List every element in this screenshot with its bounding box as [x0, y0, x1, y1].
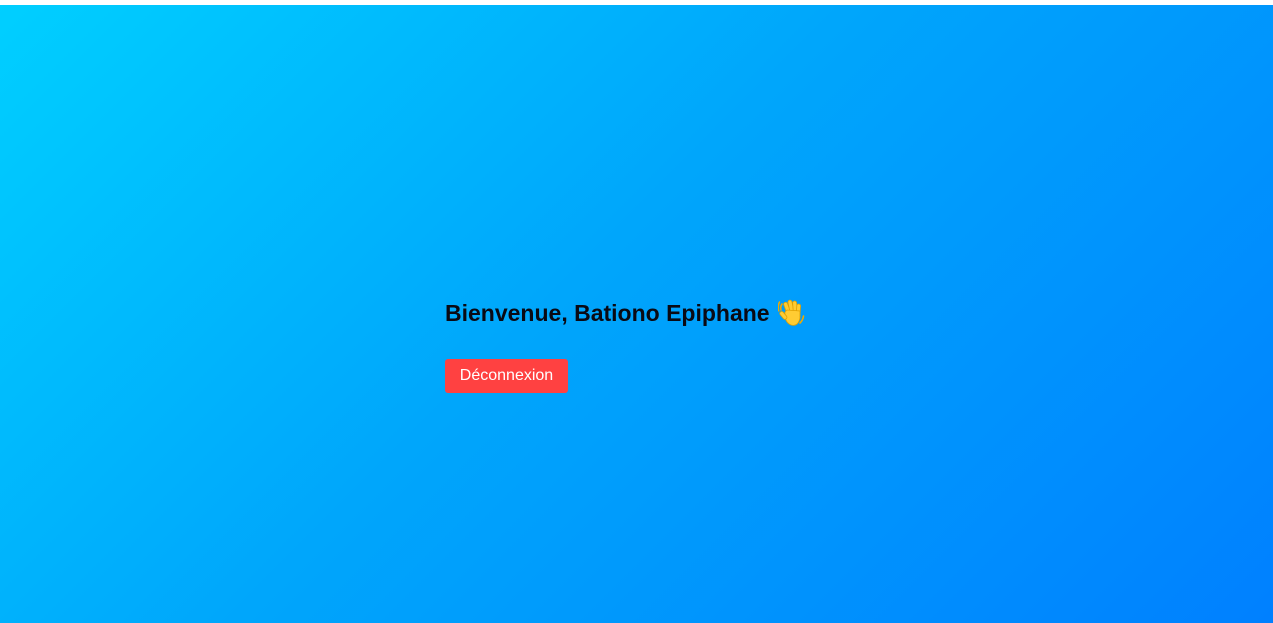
welcome-header: Bienvenue, Bationo Epiphane — [445, 296, 806, 330]
welcome-title: Bienvenue, Bationo Epiphane — [445, 300, 770, 326]
page-background: Bienvenue, Bationo Epiphane Déconnexion — [0, 5, 1273, 623]
welcome-panel: Bienvenue, Bationo Epiphane Déconnexion — [445, 296, 806, 393]
waving-hand-icon — [777, 298, 806, 328]
logout-button[interactable]: Déconnexion — [445, 359, 568, 393]
